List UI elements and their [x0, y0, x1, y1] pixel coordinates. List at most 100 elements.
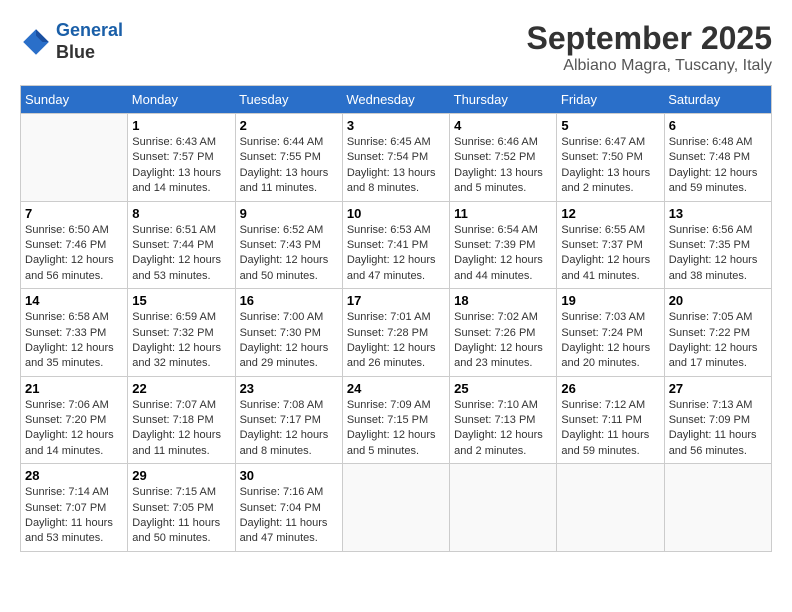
- weekday-header-friday: Friday: [557, 86, 664, 114]
- day-number: 11: [454, 206, 552, 221]
- day-info: Sunrise: 6:54 AM Sunset: 7:39 PM Dayligh…: [454, 223, 552, 285]
- calendar-cell: 8 Sunrise: 6:51 AM Sunset: 7:44 PM Daylig…: [128, 201, 235, 289]
- day-number: 27: [669, 381, 767, 396]
- calendar-cell: 20 Sunrise: 7:05 AM Sunset: 7:22 PM Dayli…: [664, 289, 771, 377]
- calendar-table: SundayMondayTuesdayWednesdayThursdayFrid…: [20, 85, 772, 552]
- logo: General Blue: [20, 20, 123, 63]
- day-number: 12: [561, 206, 659, 221]
- calendar-cell: [450, 464, 557, 552]
- day-info: Sunrise: 6:50 AM Sunset: 7:46 PM Dayligh…: [25, 223, 123, 285]
- calendar-cell: 4Sunrise: 6:46 AM Sunset: 7:52 PM Daylig…: [450, 114, 557, 202]
- day-info: Sunrise: 6:56 AM Sunset: 7:35 PM Dayligh…: [669, 223, 767, 285]
- day-number: 1: [132, 118, 230, 133]
- day-info: Sunrise: 7:05 AM Sunset: 7:22 PM Dayligh…: [669, 310, 767, 372]
- day-number: 2: [240, 118, 338, 133]
- logo-icon: [20, 26, 52, 58]
- weekday-header-thursday: Thursday: [450, 86, 557, 114]
- weekday-header-monday: Monday: [128, 86, 235, 114]
- day-number: 19: [561, 293, 659, 308]
- day-info: Sunrise: 6:55 AM Sunset: 7:37 PM Dayligh…: [561, 223, 659, 285]
- calendar-cell: 19Sunrise: 7:03 AM Sunset: 7:24 PM Dayli…: [557, 289, 664, 377]
- day-info: Sunrise: 7:08 AM Sunset: 7:17 PM Dayligh…: [240, 398, 338, 460]
- title-block: September 2025 Albiano Magra, Tuscany, I…: [527, 20, 772, 75]
- day-info: Sunrise: 7:12 AM Sunset: 7:11 PM Dayligh…: [561, 398, 659, 460]
- calendar-cell: 18Sunrise: 7:02 AM Sunset: 7:26 PM Dayli…: [450, 289, 557, 377]
- calendar-cell: [557, 464, 664, 552]
- day-number: 28: [25, 468, 123, 483]
- calendar-cell: 2 Sunrise: 6:44 AM Sunset: 7:55 PM Daylig…: [235, 114, 342, 202]
- calendar-cell: 28 Sunrise: 7:14 AM Sunset: 7:07 PM Dayli…: [21, 464, 128, 552]
- day-number: 8: [132, 206, 230, 221]
- weekday-header-tuesday: Tuesday: [235, 86, 342, 114]
- calendar-cell: 23 Sunrise: 7:08 AM Sunset: 7:17 PM Dayli…: [235, 376, 342, 464]
- calendar-cell: 27Sunrise: 7:13 AM Sunset: 7:09 PM Dayli…: [664, 376, 771, 464]
- week-row-2: 7 Sunrise: 6:50 AM Sunset: 7:46 PM Daylig…: [21, 201, 772, 289]
- week-row-3: 14Sunrise: 6:58 AM Sunset: 7:33 PM Dayli…: [21, 289, 772, 377]
- day-number: 15: [132, 293, 230, 308]
- week-row-1: 1 Sunrise: 6:43 AM Sunset: 7:57 PM Daylig…: [21, 114, 772, 202]
- calendar-cell: [21, 114, 128, 202]
- calendar-cell: 7 Sunrise: 6:50 AM Sunset: 7:46 PM Daylig…: [21, 201, 128, 289]
- day-number: 4: [454, 118, 552, 133]
- calendar-cell: 9 Sunrise: 6:52 AM Sunset: 7:43 PM Daylig…: [235, 201, 342, 289]
- day-number: 20: [669, 293, 767, 308]
- day-number: 16: [240, 293, 338, 308]
- day-info: Sunrise: 7:01 AM Sunset: 7:28 PM Dayligh…: [347, 310, 445, 372]
- calendar-cell: 29Sunrise: 7:15 AM Sunset: 7:05 PM Dayli…: [128, 464, 235, 552]
- weekday-header-wednesday: Wednesday: [342, 86, 449, 114]
- day-info: Sunrise: 6:43 AM Sunset: 7:57 PM Dayligh…: [132, 135, 230, 197]
- day-number: 30: [240, 468, 338, 483]
- day-info: Sunrise: 7:15 AM Sunset: 7:05 PM Dayligh…: [132, 485, 230, 547]
- day-info: Sunrise: 6:59 AM Sunset: 7:32 PM Dayligh…: [132, 310, 230, 372]
- day-info: Sunrise: 7:16 AM Sunset: 7:04 PM Dayligh…: [240, 485, 338, 547]
- calendar-cell: 25Sunrise: 7:10 AM Sunset: 7:13 PM Dayli…: [450, 376, 557, 464]
- day-number: 23: [240, 381, 338, 396]
- week-row-4: 21 Sunrise: 7:06 AM Sunset: 7:20 PM Dayli…: [21, 376, 772, 464]
- day-info: Sunrise: 7:09 AM Sunset: 7:15 PM Dayligh…: [347, 398, 445, 460]
- location-title: Albiano Magra, Tuscany, Italy: [527, 57, 772, 75]
- logo-line1: General: [56, 20, 123, 40]
- weekday-header-sunday: Sunday: [21, 86, 128, 114]
- day-number: 10: [347, 206, 445, 221]
- calendar-cell: 26Sunrise: 7:12 AM Sunset: 7:11 PM Dayli…: [557, 376, 664, 464]
- day-number: 21: [25, 381, 123, 396]
- day-info: Sunrise: 7:14 AM Sunset: 7:07 PM Dayligh…: [25, 485, 123, 547]
- calendar-cell: 3 Sunrise: 6:45 AM Sunset: 7:54 PM Daylig…: [342, 114, 449, 202]
- calendar-cell: 11 Sunrise: 6:54 AM Sunset: 7:39 PM Dayli…: [450, 201, 557, 289]
- calendar-cell: 22 Sunrise: 7:07 AM Sunset: 7:18 PM Dayli…: [128, 376, 235, 464]
- calendar-cell: 1 Sunrise: 6:43 AM Sunset: 7:57 PM Daylig…: [128, 114, 235, 202]
- calendar-cell: 14Sunrise: 6:58 AM Sunset: 7:33 PM Dayli…: [21, 289, 128, 377]
- month-title: September 2025: [527, 20, 772, 57]
- day-info: Sunrise: 6:48 AM Sunset: 7:48 PM Dayligh…: [669, 135, 767, 197]
- calendar-cell: 12 Sunrise: 6:55 AM Sunset: 7:37 PM Dayli…: [557, 201, 664, 289]
- calendar-cell: 24 Sunrise: 7:09 AM Sunset: 7:15 PM Dayli…: [342, 376, 449, 464]
- calendar-cell: 13 Sunrise: 6:56 AM Sunset: 7:35 PM Dayli…: [664, 201, 771, 289]
- day-info: Sunrise: 6:51 AM Sunset: 7:44 PM Dayligh…: [132, 223, 230, 285]
- day-info: Sunrise: 7:02 AM Sunset: 7:26 PM Dayligh…: [454, 310, 552, 372]
- day-info: Sunrise: 6:44 AM Sunset: 7:55 PM Dayligh…: [240, 135, 338, 197]
- day-number: 9: [240, 206, 338, 221]
- weekday-header-saturday: Saturday: [664, 86, 771, 114]
- day-info: Sunrise: 6:45 AM Sunset: 7:54 PM Dayligh…: [347, 135, 445, 197]
- calendar-cell: 10 Sunrise: 6:53 AM Sunset: 7:41 PM Dayli…: [342, 201, 449, 289]
- day-number: 6: [669, 118, 767, 133]
- calendar-cell: [342, 464, 449, 552]
- day-number: 3: [347, 118, 445, 133]
- day-info: Sunrise: 7:07 AM Sunset: 7:18 PM Dayligh…: [132, 398, 230, 460]
- day-number: 24: [347, 381, 445, 396]
- page-header: General Blue September 2025 Albiano Magr…: [20, 20, 772, 75]
- calendar-cell: [664, 464, 771, 552]
- day-info: Sunrise: 6:58 AM Sunset: 7:33 PM Dayligh…: [25, 310, 123, 372]
- day-number: 7: [25, 206, 123, 221]
- day-number: 13: [669, 206, 767, 221]
- day-info: Sunrise: 6:53 AM Sunset: 7:41 PM Dayligh…: [347, 223, 445, 285]
- calendar-cell: 16Sunrise: 7:00 AM Sunset: 7:30 PM Dayli…: [235, 289, 342, 377]
- calendar-cell: 21 Sunrise: 7:06 AM Sunset: 7:20 PM Dayli…: [21, 376, 128, 464]
- logo-line2: Blue: [56, 42, 123, 64]
- day-number: 22: [132, 381, 230, 396]
- day-info: Sunrise: 6:52 AM Sunset: 7:43 PM Dayligh…: [240, 223, 338, 285]
- day-info: Sunrise: 7:06 AM Sunset: 7:20 PM Dayligh…: [25, 398, 123, 460]
- logo-text: General Blue: [56, 20, 123, 63]
- calendar-cell: 15 Sunrise: 6:59 AM Sunset: 7:32 PM Dayli…: [128, 289, 235, 377]
- day-number: 25: [454, 381, 552, 396]
